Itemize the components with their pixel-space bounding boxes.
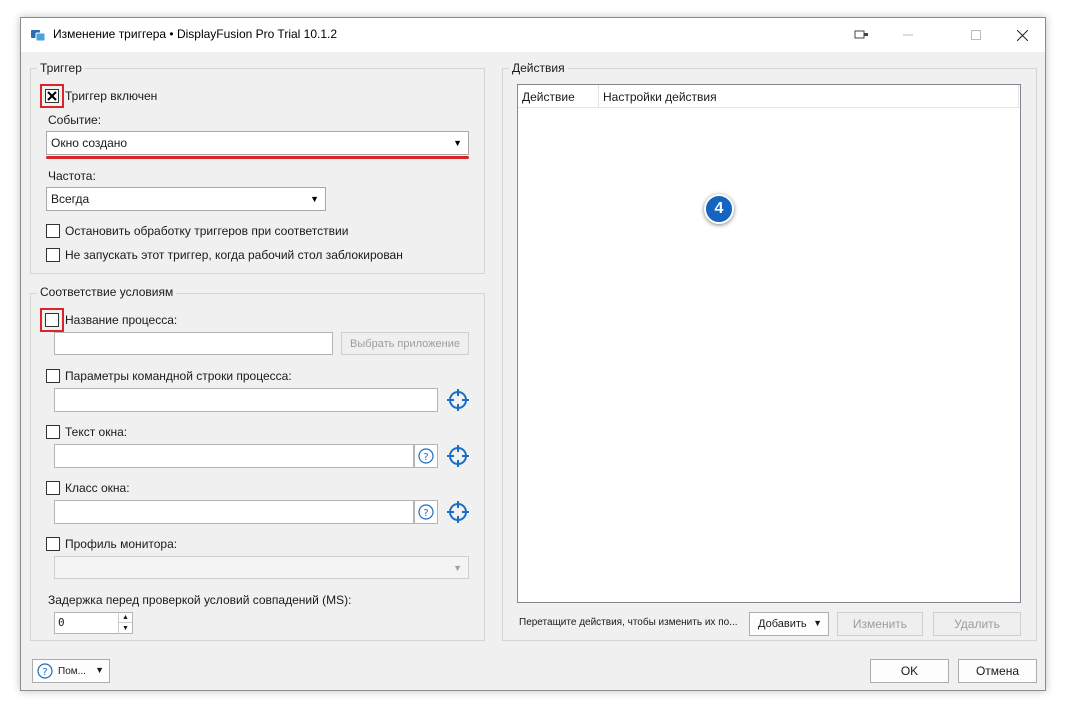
ok-button-label: OK (900, 664, 919, 678)
monitor-profile-select[interactable]: ▼ (54, 556, 469, 579)
title-bar[interactable]: Изменение триггера • DisplayFusion Pro T… (21, 18, 1045, 52)
crosshair-target-icon[interactable] (446, 444, 470, 468)
window-text-checkbox[interactable] (46, 425, 60, 439)
delete-action-button[interactable]: Удалить (933, 612, 1021, 636)
actions-group-legend: Действия (509, 61, 568, 75)
monitor-profile-label: Профиль монитора: (65, 537, 178, 551)
maximize-icon (971, 30, 981, 40)
frequency-select[interactable]: Всегда ▼ (46, 187, 326, 211)
trigger-group-legend: Триггер (37, 61, 85, 75)
window-class-checkbox[interactable] (46, 481, 60, 495)
window-class-label: Класс окна: (65, 481, 130, 495)
cancel-button-label: Отмена (975, 664, 1020, 678)
window-text-input[interactable] (54, 444, 414, 468)
checkmark-x-icon (47, 91, 57, 101)
cmdline-checkbox[interactable] (46, 369, 60, 383)
minimize-icon (903, 34, 913, 36)
minimize-button[interactable] (885, 18, 931, 52)
edit-action-button[interactable]: Изменить (837, 612, 923, 636)
no-run-locked-label: Не запускать этот триггер, когда рабочий… (65, 248, 403, 262)
window-text-help-button[interactable]: ? (414, 444, 438, 468)
no-run-locked-checkbox[interactable] (46, 248, 60, 262)
event-underline-highlight (46, 156, 469, 159)
dropdown-arrow-icon: ▼ (95, 665, 104, 675)
dropdown-arrow-icon: ▼ (453, 138, 462, 148)
question-icon: ? (37, 663, 53, 679)
column-divider (598, 85, 599, 108)
pin-button[interactable] (839, 18, 885, 52)
event-label: Событие: (48, 113, 102, 127)
actions-list[interactable]: Действие Настройки действия 4 (517, 84, 1021, 603)
trigger-edit-window: Изменение триггера • DisplayFusion Pro T… (20, 17, 1046, 691)
stop-processing-label: Остановить обработку триггеров при соотв… (65, 224, 349, 238)
close-button[interactable] (999, 18, 1045, 52)
monitor-profile-checkbox[interactable] (46, 537, 60, 551)
choose-app-button[interactable]: Выбрать приложение (341, 332, 469, 355)
svg-text:?: ? (42, 667, 47, 678)
app-logo-icon (30, 27, 46, 43)
ok-button[interactable]: OK (870, 659, 949, 683)
process-name-checkbox[interactable] (45, 313, 59, 327)
drag-hint-text: Перетащите действия, чтобы изменить их п… (519, 617, 738, 628)
question-icon: ? (418, 448, 434, 464)
process-name-label: Название процесса: (65, 313, 178, 327)
delay-label: Задержка перед проверкой условий совпаде… (48, 593, 352, 607)
frequency-select-value: Всегда (51, 192, 90, 206)
cmdline-input[interactable] (54, 388, 438, 412)
window-class-help-button[interactable]: ? (414, 500, 438, 524)
conditions-group-legend: Соответствие условиям (37, 285, 177, 299)
add-action-select[interactable]: Добавить ▼ (749, 612, 829, 636)
event-select[interactable]: Окно создано ▼ (46, 131, 469, 155)
dropdown-arrow-icon: ▼ (813, 618, 822, 628)
maximize-button[interactable] (953, 18, 999, 52)
edit-action-label: Изменить (852, 617, 908, 631)
column-header-action-settings[interactable]: Настройки действия (603, 90, 717, 104)
step-number-badge-text: 4 (714, 200, 724, 217)
step-number-badge: 4 (704, 194, 734, 224)
trigger-enabled-label: Триггер включен (65, 89, 158, 103)
stop-processing-checkbox[interactable] (46, 224, 60, 238)
crosshair-target-icon[interactable] (446, 500, 470, 524)
help-menu-button[interactable]: ? Пом... ▼ (32, 659, 110, 683)
svg-text:?: ? (423, 508, 428, 519)
stepper-up-button[interactable]: ▲ (118, 613, 132, 623)
event-select-value: Окно создано (51, 136, 128, 150)
pin-icon (854, 30, 868, 39)
dropdown-arrow-icon: ▼ (310, 194, 319, 204)
choose-app-button-label: Выбрать приложение (350, 337, 460, 350)
cmdline-label: Параметры командной строки процесса: (65, 369, 292, 383)
trigger-enabled-checkbox[interactable] (45, 89, 59, 103)
window-title: Изменение триггера • DisplayFusion Pro T… (53, 27, 338, 41)
column-header-action[interactable]: Действие (522, 90, 575, 104)
dropdown-arrow-icon: ▼ (453, 562, 462, 573)
delay-value: 0 (58, 616, 65, 629)
crosshair-target-icon[interactable] (446, 388, 470, 412)
close-icon (1016, 29, 1028, 41)
actions-list-header: Действие Настройки действия (518, 85, 1020, 108)
stepper-down-button[interactable]: ▼ (118, 623, 132, 633)
column-divider (1018, 85, 1019, 108)
cancel-button[interactable]: Отмена (958, 659, 1037, 683)
window-class-input[interactable] (54, 500, 414, 524)
help-menu-label: Пом... (58, 665, 86, 677)
frequency-label: Частота: (48, 169, 96, 183)
question-icon: ? (418, 504, 434, 520)
add-action-label: Добавить (758, 618, 807, 630)
delete-action-label: Удалить (954, 617, 1000, 631)
process-name-input[interactable] (54, 332, 333, 355)
delay-stepper[interactable]: 0 ▲ ▼ (54, 612, 133, 634)
window-text-label: Текст окна: (65, 425, 128, 439)
svg-text:?: ? (423, 452, 428, 463)
